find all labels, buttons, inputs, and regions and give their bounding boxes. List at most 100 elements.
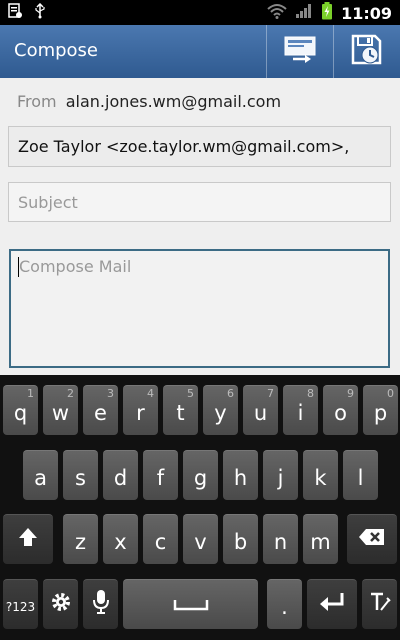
compose-body-field[interactable]: Compose Mail [9, 249, 390, 368]
shift-key[interactable] [3, 514, 53, 564]
key-e[interactable]: 3e [83, 385, 118, 435]
backspace-icon [358, 527, 386, 552]
key-i[interactable]: 8i [283, 385, 318, 435]
signal-icon [295, 3, 313, 23]
key-hint: 2 [67, 387, 74, 400]
key-label: a [34, 465, 47, 490]
key-p[interactable]: 0p [363, 385, 398, 435]
text-format-key[interactable] [362, 579, 397, 629]
text-format-icon [368, 590, 392, 619]
key-label: v [194, 529, 207, 554]
from-row: From alan.jones.wm@gmail.com [17, 92, 281, 111]
enter-key[interactable] [307, 579, 357, 629]
key-label: p [373, 400, 388, 425]
key-n[interactable]: n [263, 514, 298, 564]
key-hint: 0 [387, 387, 394, 400]
key-label: b [233, 529, 248, 554]
space-key[interactable] [123, 579, 258, 629]
key-g[interactable]: g [183, 450, 218, 500]
key-x[interactable]: x [103, 514, 138, 564]
send-icon [283, 35, 317, 69]
shift-icon [17, 526, 39, 553]
key-hint: 9 [347, 387, 354, 400]
key-hint: 8 [307, 387, 314, 400]
key-z[interactable]: z [63, 514, 98, 564]
key-s[interactable]: s [63, 450, 98, 500]
key-label: d [113, 465, 128, 490]
enter-icon [318, 591, 346, 618]
key-q[interactable]: 1q [3, 385, 38, 435]
backspace-key[interactable] [347, 514, 397, 564]
key-label: l [357, 465, 364, 490]
key-label: t [176, 400, 185, 425]
save-draft-button[interactable] [333, 25, 399, 78]
status-bar: 11:09 [0, 0, 400, 25]
subject-field[interactable]: Subject [8, 182, 391, 222]
key-label: ?123 [5, 599, 36, 614]
key-label: i [297, 400, 304, 425]
key-c[interactable]: c [143, 514, 178, 564]
key-u[interactable]: 7u [243, 385, 278, 435]
key-h[interactable]: h [223, 450, 258, 500]
subject-placeholder: Subject [18, 192, 78, 212]
text-cursor [18, 257, 19, 277]
key-label: e [94, 400, 107, 425]
key-d[interactable]: d [103, 450, 138, 500]
key-hint: 7 [267, 387, 274, 400]
key-hint: 3 [107, 387, 114, 400]
microphone-icon [92, 589, 110, 620]
key-label: n [273, 529, 288, 554]
action-bar: Compose [0, 25, 400, 78]
key-hint: 6 [227, 387, 234, 400]
key-f[interactable]: f [143, 450, 178, 500]
key-label: m [310, 529, 331, 554]
key-label: q [13, 400, 28, 425]
usb-icon [34, 2, 46, 23]
key-v[interactable]: v [183, 514, 218, 564]
key-label: g [193, 465, 208, 490]
key-label: f [156, 465, 165, 490]
key-label: o [334, 400, 347, 425]
key-hint: 5 [187, 387, 194, 400]
from-address: alan.jones.wm@gmail.com [65, 92, 282, 111]
key-k[interactable]: k [303, 450, 338, 500]
key-label: k [314, 465, 327, 490]
voice-input-key[interactable] [83, 579, 118, 629]
key-b[interactable]: b [223, 514, 258, 564]
symbols-key[interactable]: ?123 [3, 579, 38, 629]
key-r[interactable]: 4r [123, 385, 158, 435]
key-label: s [75, 465, 86, 490]
key-label: . [281, 594, 288, 619]
key-l[interactable]: l [343, 450, 378, 500]
from-label: From [17, 92, 57, 111]
key-label: z [74, 529, 87, 554]
key-y[interactable]: 6y [203, 385, 238, 435]
key-m[interactable]: m [303, 514, 338, 564]
key-t[interactable]: 5t [163, 385, 198, 435]
key-w[interactable]: 2w [43, 385, 78, 435]
send-button[interactable] [266, 25, 332, 78]
key-hint: 1 [27, 387, 34, 400]
soft-keyboard: 1q 2w 3e 4r 5t 6y 7u 8i 9o 0p a s d f g … [0, 375, 400, 640]
status-time: 11:09 [341, 3, 392, 23]
key-label: h [233, 465, 248, 490]
to-recipient: Zoe Taylor <zoe.taylor.wm@gmail.com>, [18, 137, 350, 156]
compose-body-placeholder: Compose Mail [19, 257, 132, 276]
key-label: u [253, 400, 268, 425]
space-icon [173, 593, 209, 617]
key-o[interactable]: 9o [323, 385, 358, 435]
settings-key[interactable] [43, 579, 78, 629]
to-field[interactable]: Zoe Taylor <zoe.taylor.wm@gmail.com>, [8, 126, 391, 167]
period-key[interactable]: . [267, 579, 302, 629]
gear-icon [50, 591, 72, 618]
wifi-icon [267, 3, 287, 23]
notification-document-icon [8, 3, 22, 23]
key-a[interactable]: a [23, 450, 58, 500]
key-label: r [136, 400, 145, 425]
key-label: y [214, 400, 227, 425]
key-label: w [51, 400, 70, 425]
key-j[interactable]: j [263, 450, 298, 500]
battery-charging-icon [321, 2, 333, 24]
save-draft-icon [350, 33, 384, 71]
key-label: x [114, 529, 127, 554]
